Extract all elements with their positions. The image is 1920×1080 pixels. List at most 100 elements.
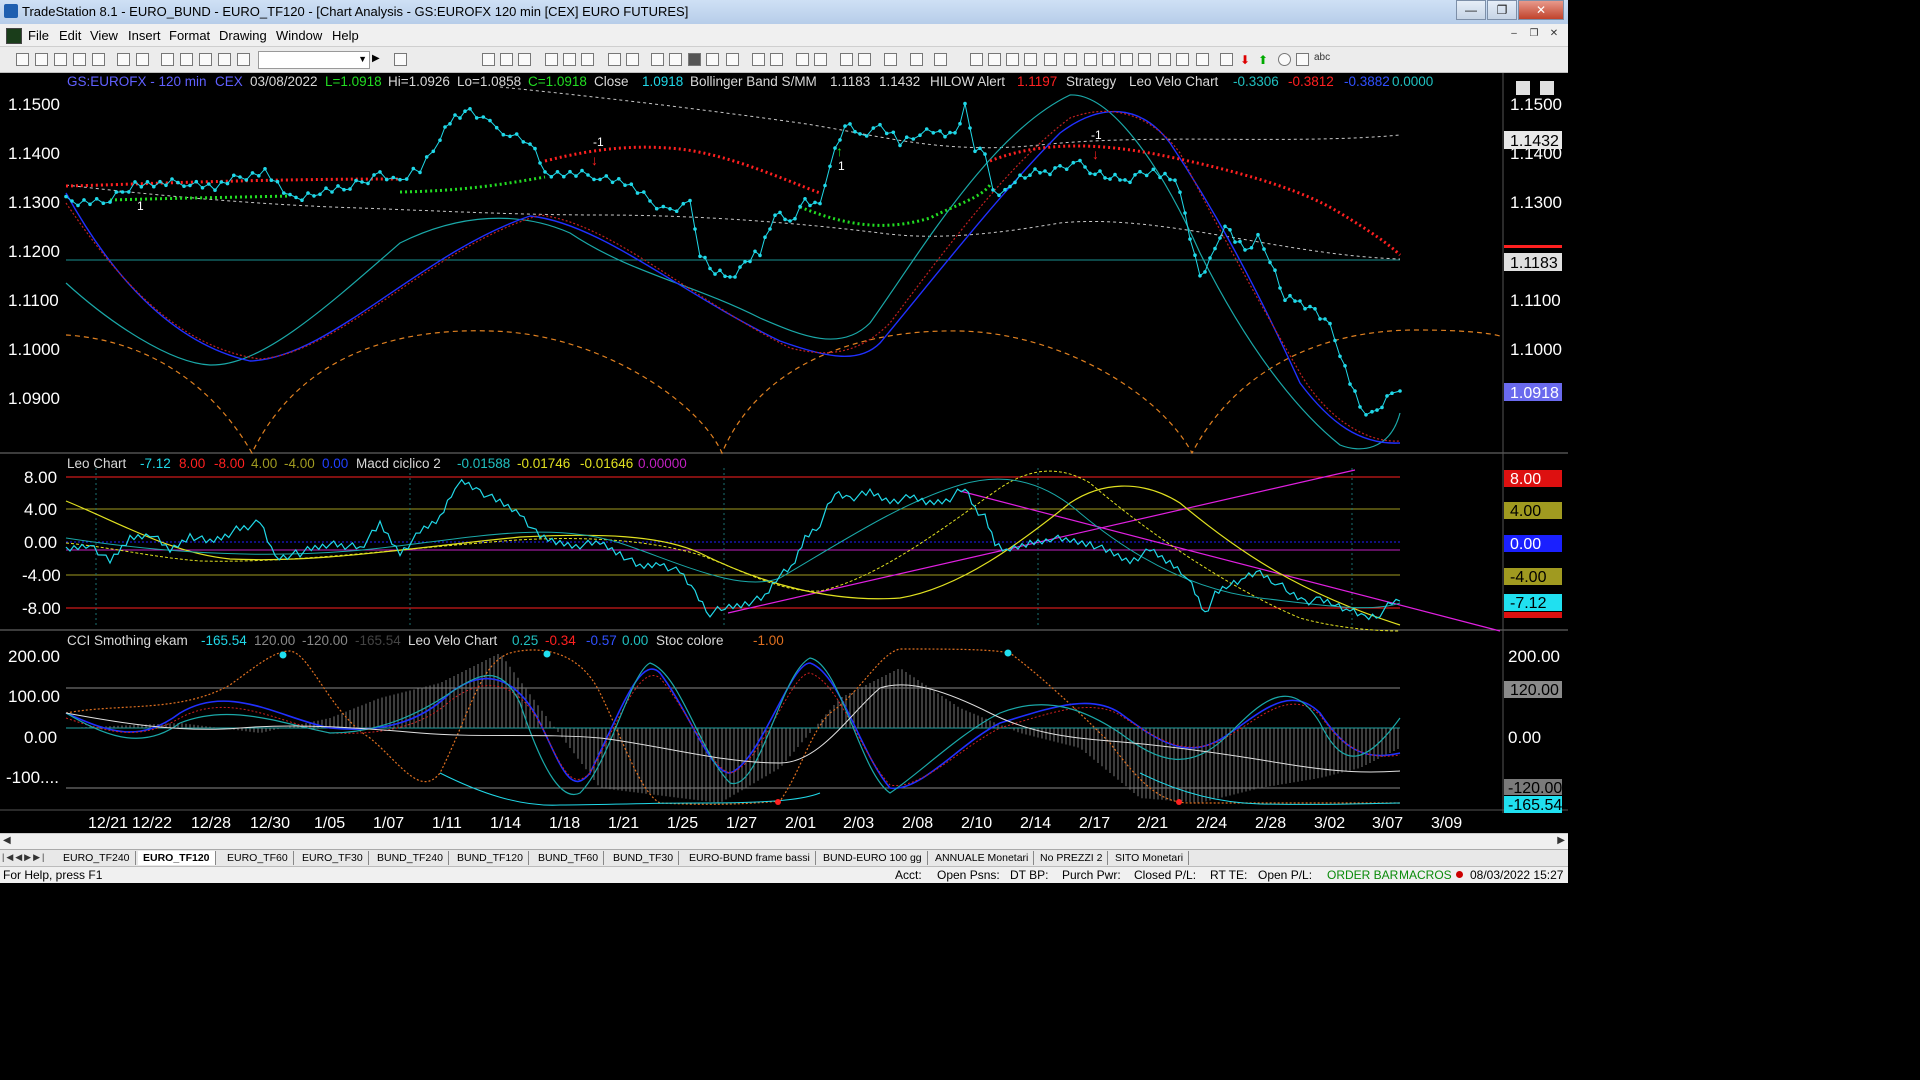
scroll-left-icon[interactable]: ◀	[3, 835, 11, 846]
trendline-icon[interactable]	[970, 53, 983, 66]
bar-chart-icon[interactable]	[688, 53, 701, 66]
arrow-horizontal-icon[interactable]	[1138, 53, 1151, 66]
tab-sito-monetari[interactable]: SITO Monetari	[1110, 851, 1190, 865]
channel-icon[interactable]	[1024, 53, 1037, 66]
arrow-down-icon[interactable]: ⬇	[1240, 53, 1253, 67]
chart-canvas[interactable]: -1 ↓ 1 ↑ 1 -1 ↓ GS:EUROFX - 120 min CEX …	[0, 73, 1568, 833]
space-bars-icon[interactable]	[770, 53, 783, 66]
horizontal-scrollbar[interactable]: ◀ ▶	[0, 833, 1568, 849]
regression-icon[interactable]	[1120, 53, 1133, 66]
order-bar-button[interactable]: ORDER BAR	[1327, 868, 1398, 882]
tab-no-prezzi-2[interactable]: No PREZZI 2	[1035, 851, 1109, 865]
subgraph-minimize-button[interactable]	[1516, 81, 1530, 95]
format-icon[interactable]	[608, 53, 621, 66]
zoom-in-icon[interactable]	[796, 53, 809, 66]
chart-window-icon[interactable]	[6, 28, 22, 44]
tab-euro-tf60[interactable]: EURO_TF60	[222, 851, 294, 865]
tab-bund-tf30[interactable]: BUND_TF30	[608, 851, 680, 865]
radarscreen-icon[interactable]	[500, 53, 513, 66]
price-panel[interactable]: -1 ↓ 1 ↑ 1 -1 ↓ GS:EUROFX - 120 min CEX …	[8, 74, 1562, 455]
scanner-icon[interactable]	[563, 53, 576, 66]
close-button[interactable]: ✕	[1518, 0, 1564, 20]
tab-euro-tf30[interactable]: EURO_TF30	[297, 851, 369, 865]
menu-help[interactable]: Help	[332, 28, 359, 43]
cci-panel[interactable]: CCI Smothing ekam -165.54 120.00 -120.00…	[6, 633, 1562, 814]
zoom-bars-icon[interactable]	[752, 53, 765, 66]
tab-euro-tf120[interactable]: EURO_TF120	[138, 851, 216, 865]
menu-view[interactable]: View	[90, 28, 118, 43]
copy-icon[interactable]	[92, 53, 105, 66]
news-icon[interactable]	[934, 53, 947, 66]
leo-chart-panel[interactable]: Leo Chart -7.12 8.00 -8.00 4.00 -4.00 0.…	[22, 456, 1562, 632]
scroll-right-icon[interactable]: ▶	[1557, 835, 1565, 846]
mdi-restore-button[interactable]: ❐	[1526, 27, 1542, 41]
data-window-icon[interactable]	[858, 53, 871, 66]
vertical-line-icon[interactable]	[1006, 53, 1019, 66]
macro-icon[interactable]	[581, 53, 594, 66]
paintbar-icon[interactable]	[669, 53, 682, 66]
tab-bund-tf240[interactable]: BUND_TF240	[372, 851, 449, 865]
parallel-lines-icon[interactable]	[1158, 53, 1171, 66]
save-icon[interactable]	[54, 53, 67, 66]
chart-analysis-window[interactable]: -1 ↓ 1 ↑ 1 -1 ↓ GS:EUROFX - 120 min CEX …	[0, 73, 1568, 833]
menu-file[interactable]: File	[28, 28, 49, 43]
print-icon[interactable]	[136, 53, 149, 66]
text-tool-icon[interactable]: abc	[1314, 52, 1330, 63]
gann-fan-icon[interactable]	[1064, 53, 1077, 66]
workspace-icon[interactable]	[161, 53, 174, 66]
symbol-combo[interactable]: ▼	[258, 51, 370, 69]
line-chart-icon[interactable]	[726, 53, 739, 66]
chart-analysis-icon[interactable]	[482, 53, 495, 66]
menu-format[interactable]: Format	[169, 28, 210, 43]
candlestick-icon[interactable]	[706, 53, 719, 66]
pen-icon[interactable]	[1196, 53, 1209, 66]
arrow-up-icon[interactable]: ⬆	[1258, 53, 1271, 67]
new-window-icon[interactable]	[73, 53, 86, 66]
cross-hair-icon[interactable]	[884, 53, 897, 66]
menu-insert[interactable]: Insert	[128, 28, 161, 43]
tab-bund-tf60[interactable]: BUND_TF60	[533, 851, 605, 865]
matrix-icon[interactable]	[518, 53, 531, 66]
mdi-minimize-button[interactable]: –	[1506, 27, 1522, 41]
fibonacci-icon[interactable]	[1044, 53, 1057, 66]
symbol-lookup-icon[interactable]	[394, 53, 407, 66]
mdi-close-button[interactable]: ✕	[1546, 27, 1562, 41]
subgraph-maximize-button[interactable]	[1540, 81, 1554, 95]
restore-button[interactable]: ❐	[1487, 0, 1517, 20]
indicator-icon[interactable]	[626, 53, 639, 66]
rectangle-icon[interactable]	[1296, 53, 1309, 66]
new-icon[interactable]	[16, 53, 29, 66]
falling-trendline[interactable]	[959, 490, 1501, 632]
lock-icon[interactable]	[199, 53, 212, 66]
tab-annuale-monetari[interactable]: ANNUALE Monetari	[930, 851, 1035, 865]
andrews-pitchfork-icon[interactable]	[1102, 53, 1115, 66]
optionstation-icon[interactable]	[545, 53, 558, 66]
price-close-line[interactable]	[65, 103, 1401, 416]
speedline-icon[interactable]	[1084, 53, 1097, 66]
strategy-icon[interactable]	[651, 53, 664, 66]
print-preview-icon[interactable]	[117, 53, 130, 66]
open-icon[interactable]	[35, 53, 48, 66]
menu-edit[interactable]: Edit	[59, 28, 81, 43]
tab-euro-bund-frame-bassi[interactable]: EURO-BUND frame bassi	[684, 851, 816, 865]
tab-navigation-icon[interactable]: |◀◀▶▶|	[2, 852, 46, 863]
tools-icon[interactable]	[218, 53, 231, 66]
menu-drawing[interactable]: Drawing	[219, 28, 267, 43]
globe-icon[interactable]	[237, 53, 250, 66]
zoom-out-icon[interactable]	[814, 53, 827, 66]
menu-window[interactable]: Window	[276, 28, 322, 43]
play-icon[interactable]: ▶	[372, 53, 385, 66]
show-me-icon[interactable]	[910, 53, 923, 66]
tradestation-app-icon[interactable]	[4, 4, 18, 18]
minimize-button[interactable]: —	[1456, 0, 1486, 20]
ellipse-icon[interactable]	[1278, 53, 1291, 66]
macros-button[interactable]: MACROS	[1399, 868, 1452, 882]
horizontal-line-icon[interactable]	[988, 53, 1001, 66]
desktop-icon[interactable]	[180, 53, 193, 66]
tab-bund-euro-100gg[interactable]: BUND-EURO 100 gg	[818, 851, 928, 865]
tab-bund-tf120[interactable]: BUND_TF120	[452, 851, 529, 865]
arc-icon[interactable]	[1176, 53, 1189, 66]
freehand-icon[interactable]	[1220, 53, 1233, 66]
tab-euro-tf240[interactable]: EURO_TF240	[58, 851, 136, 865]
pointer-icon[interactable]	[840, 53, 853, 66]
